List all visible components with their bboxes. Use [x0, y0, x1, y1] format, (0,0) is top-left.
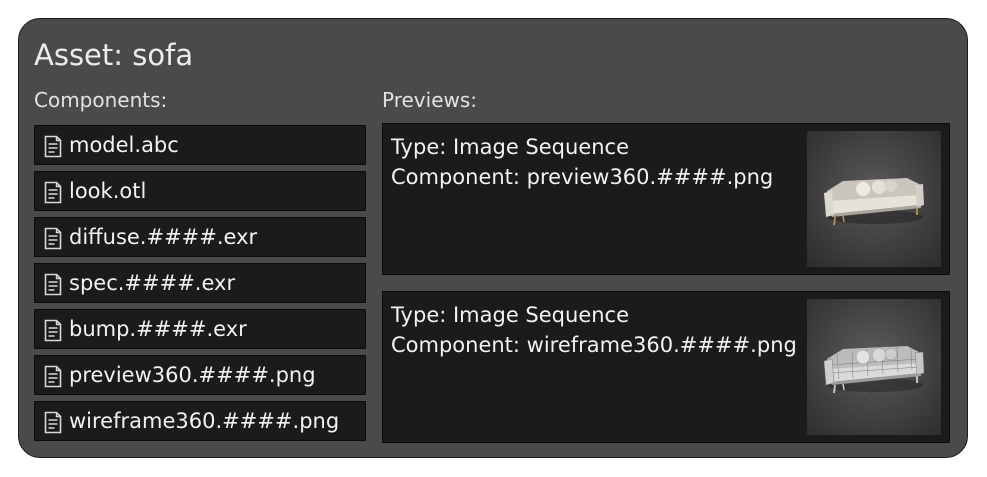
component-label: bump.####.exr — [69, 317, 247, 341]
component-item-bump-exr[interactable]: bump.####.exr — [34, 309, 366, 349]
component-item-wireframe360-png[interactable]: wireframe360.####.png — [34, 401, 366, 441]
component-label: diffuse.####.exr — [69, 225, 258, 249]
preview-component: Component: wireframe360.####.png — [391, 333, 797, 357]
preview-info: Type: Image Sequence Component: wirefram… — [391, 300, 797, 360]
component-label: model.abc — [69, 133, 179, 157]
component-label: wireframe360.####.png — [69, 409, 340, 433]
preview-card-wireframe[interactable]: Type: Image Sequence Component: wirefram… — [382, 291, 950, 443]
document-icon — [44, 365, 62, 388]
document-icon — [44, 273, 62, 296]
component-item-diffuse-exr[interactable]: diffuse.####.exr — [34, 217, 366, 257]
document-icon — [44, 319, 62, 342]
document-icon — [44, 227, 62, 250]
document-icon — [44, 135, 62, 158]
preview-type: Type: Image Sequence — [391, 135, 630, 159]
previews-label: Previews: — [382, 88, 478, 112]
preview-card-render[interactable]: Type: Image Sequence Component: preview3… — [382, 123, 950, 275]
component-item-preview360-png[interactable]: preview360.####.png — [34, 355, 366, 395]
document-icon — [44, 181, 62, 204]
component-label: preview360.####.png — [69, 363, 316, 387]
components-label: Components: — [34, 88, 168, 112]
component-item-spec-exr[interactable]: spec.####.exr — [34, 263, 366, 303]
sofa-wireframe-thumbnail — [807, 299, 941, 435]
preview-component: Component: preview360.####.png — [391, 165, 774, 189]
component-label: look.otl — [69, 179, 147, 203]
asset-panel: Asset: sofa Components: Previews: model.… — [18, 18, 968, 458]
component-label: spec.####.exr — [69, 271, 236, 295]
asset-title: Asset: sofa — [34, 38, 194, 72]
preview-type: Type: Image Sequence — [391, 303, 630, 327]
sofa-render-thumbnail — [807, 131, 941, 267]
preview-info: Type: Image Sequence Component: preview3… — [391, 132, 773, 192]
component-item-model-abc[interactable]: model.abc — [34, 125, 366, 165]
document-icon — [44, 411, 62, 434]
components-list: model.abc look.otl diffuse.####.exr spec… — [34, 125, 366, 447]
component-item-look-otl[interactable]: look.otl — [34, 171, 366, 211]
